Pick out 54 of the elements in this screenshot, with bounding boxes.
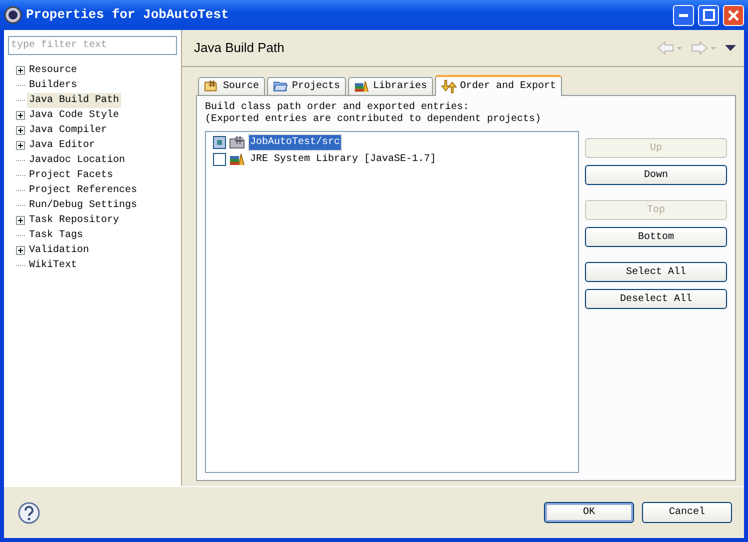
side-button[interactable]: Down	[585, 165, 727, 185]
maximize-icon	[702, 9, 714, 21]
checkbox[interactable]	[213, 153, 226, 166]
tree-item[interactable]: Java Editor	[27, 138, 98, 153]
books-icon	[354, 79, 370, 94]
tab[interactable]: Order and Export	[435, 75, 562, 96]
tree-item[interactable]: Resource	[27, 63, 80, 78]
close-icon	[728, 10, 739, 20]
arrows-icon	[441, 79, 458, 94]
tree-item[interactable]: Validation	[27, 243, 92, 258]
expand-icon[interactable]	[16, 66, 25, 75]
expand-icon[interactable]	[16, 141, 25, 150]
checkbox[interactable]	[213, 136, 226, 149]
tree-item[interactable]: Project Facets	[27, 168, 116, 183]
list-entry[interactable]: JobAutoTest/src	[249, 135, 342, 150]
expand-icon[interactable]	[16, 126, 25, 135]
tree-item[interactable]: Task Tags	[27, 228, 86, 243]
menu-icon[interactable]	[725, 44, 736, 52]
expand-icon[interactable]	[16, 246, 25, 255]
side-button[interactable]: Bottom	[585, 227, 727, 247]
description-text: (Exported entries are contributed to dependent projects)	[205, 114, 542, 126]
maximize-button[interactable]	[698, 4, 719, 26]
expand-icon[interactable]	[16, 111, 25, 120]
minimize-button[interactable]	[673, 4, 694, 26]
side-button[interactable]: Select All	[585, 262, 727, 282]
help-icon[interactable]	[18, 502, 40, 524]
tree-item[interactable]: Run/Debug Settings	[27, 198, 140, 213]
folder-icon	[229, 135, 246, 150]
tree-item[interactable]: Java Compiler	[27, 123, 110, 138]
tree-item[interactable]: Project References	[27, 183, 140, 198]
tree-item[interactable]: WikiText	[27, 258, 80, 273]
dialog-button[interactable]: OK	[544, 502, 634, 523]
tab[interactable]: Libraries	[348, 77, 434, 95]
filter-field[interactable]: type filter text	[8, 36, 177, 55]
tree-item[interactable]: Javadoc Location	[27, 153, 128, 168]
page-title: Java Build Path	[194, 39, 284, 58]
tree-item[interactable]: Java Build Path	[27, 93, 122, 108]
side-button[interactable]: Deselect All	[585, 289, 727, 309]
minimize-icon	[679, 14, 688, 16]
tree-item[interactable]: Java Code Style	[27, 108, 122, 123]
dialog-button[interactable]: Cancel	[642, 502, 732, 523]
close-button[interactable]	[723, 4, 744, 26]
tree-item[interactable]: Builders	[27, 78, 80, 93]
tab[interactable]: Projects	[267, 77, 346, 95]
folder-icon	[273, 79, 290, 94]
description-text: Build class path order and exported entries:	[205, 102, 470, 114]
list-entry[interactable]: JRE System Library [JavaSE-1.7]	[249, 152, 438, 167]
window-title: Properties for JobAutoTest	[26, 6, 229, 24]
books-icon	[229, 152, 246, 167]
app-icon	[4, 6, 22, 24]
entries-list[interactable]: JobAutoTest/src JRE System Library [JavaSE-1.7]	[205, 131, 579, 473]
expand-icon[interactable]	[16, 216, 25, 225]
tab[interactable]: Source	[198, 77, 266, 95]
tree-item[interactable]: Task Repository	[27, 213, 122, 228]
